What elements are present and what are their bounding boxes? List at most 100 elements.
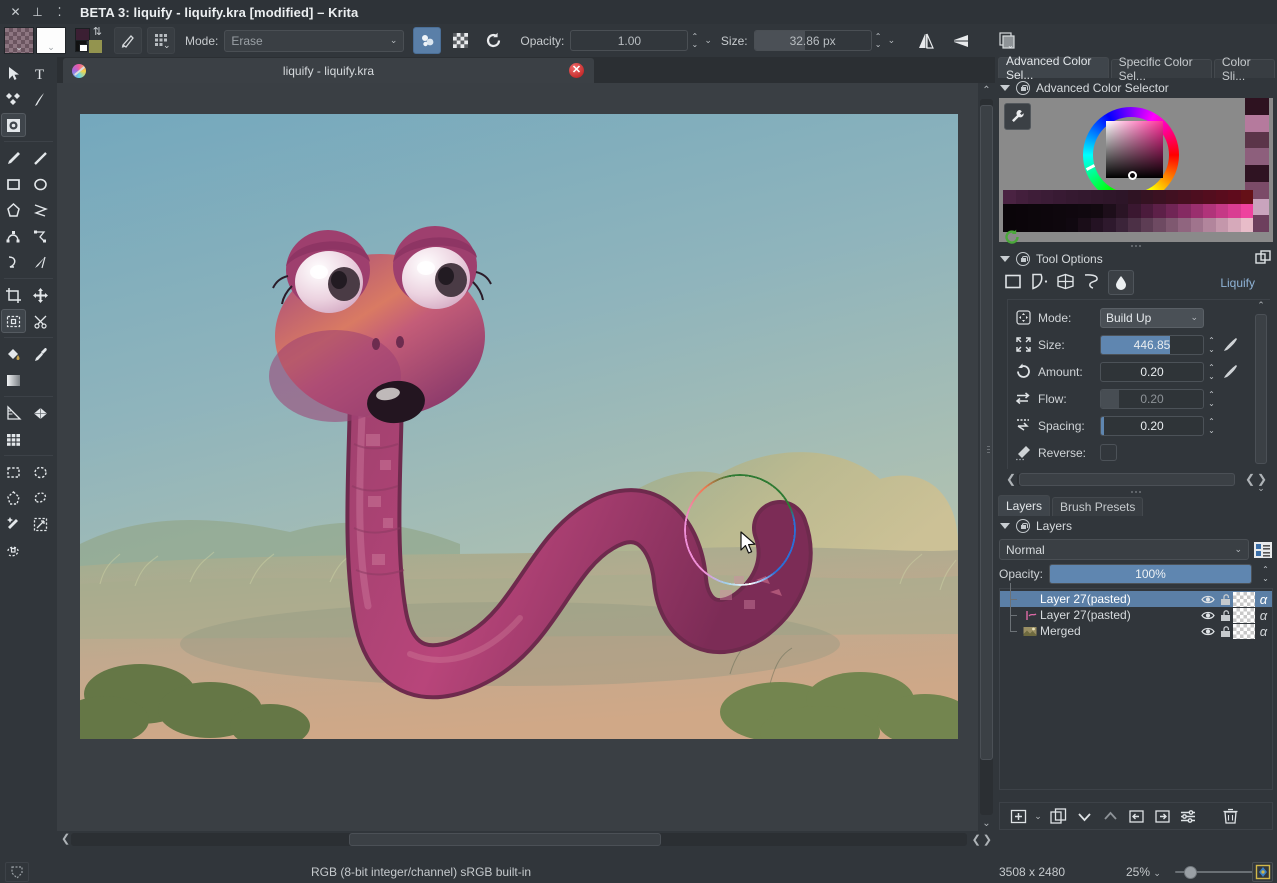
line-tool[interactable] bbox=[28, 146, 53, 170]
tab-brush-presets[interactable]: Brush Presets bbox=[1052, 497, 1143, 516]
layer-lock-toggle[interactable] bbox=[1217, 609, 1233, 622]
lock-icon[interactable] bbox=[1016, 252, 1030, 266]
tab-layers[interactable]: Layers bbox=[998, 495, 1050, 516]
lock-icon[interactable] bbox=[1016, 81, 1030, 95]
brush-editor-button[interactable] bbox=[114, 27, 142, 54]
add-layer-button[interactable] bbox=[1006, 805, 1030, 827]
shape-select-tool[interactable] bbox=[1, 61, 26, 85]
eraser-toggle-button[interactable] bbox=[413, 27, 441, 54]
saturation-value-square[interactable] bbox=[1106, 121, 1163, 178]
tool-options-horizontal-scrollbar[interactable]: ❮ ❮ ❯ bbox=[1003, 471, 1269, 488]
polygonal-select-tool[interactable] bbox=[1, 486, 26, 510]
layer-opacity-spinner[interactable]: ⌃⌄ bbox=[1258, 565, 1273, 583]
tab-color-slider[interactable]: Color Sli... bbox=[1214, 59, 1275, 78]
tab-specific-color-selector[interactable]: Specific Color Sel... bbox=[1111, 59, 1212, 78]
preset-chooser-button[interactable]: ⌄ bbox=[147, 27, 175, 54]
layer-visibility-toggle[interactable] bbox=[1199, 594, 1217, 605]
perspective-grid-tool[interactable] bbox=[28, 401, 53, 425]
reload-preset-button[interactable] bbox=[479, 27, 507, 54]
scroll-right-step-icon[interactable]: ❯ bbox=[1257, 471, 1267, 488]
tool-option-warp-icon[interactable] bbox=[1030, 272, 1049, 294]
multibrush-tool[interactable] bbox=[28, 250, 53, 274]
text-tool[interactable]: T bbox=[28, 61, 53, 85]
canvas-viewport[interactable] bbox=[57, 83, 978, 831]
move-layer-up-button[interactable] bbox=[1098, 805, 1122, 827]
default-colors-white[interactable] bbox=[79, 44, 88, 52]
flow-spinner[interactable]: ⌃⌄ bbox=[1204, 390, 1219, 408]
opacity-dropdown-icon[interactable]: ⌄ bbox=[704, 35, 712, 46]
layer-visibility-toggle[interactable] bbox=[1199, 626, 1217, 637]
grid-tool[interactable] bbox=[1, 427, 26, 451]
close-window-button[interactable]: ✕ bbox=[9, 6, 22, 19]
spacing-spinner[interactable]: ⌃⌄ bbox=[1204, 417, 1219, 435]
canvas-horizontal-scrollbar[interactable]: ❮ ❮❯ bbox=[57, 831, 995, 848]
tool-option-liquify-icon[interactable] bbox=[1108, 270, 1134, 295]
tool-options-vscroll-thumb[interactable] bbox=[1255, 314, 1267, 464]
blending-mode-combo[interactable]: Erase ⌄ bbox=[224, 30, 404, 52]
ellipse-tool[interactable] bbox=[28, 172, 53, 196]
opacity-slider[interactable]: 1.00 bbox=[570, 30, 688, 51]
tool-option-rectangle-icon[interactable] bbox=[1004, 272, 1023, 294]
similar-color-select-tool[interactable] bbox=[28, 512, 53, 536]
scroll-left-icon[interactable]: ❮ bbox=[1006, 471, 1016, 488]
layer-alpha-lock-toggle[interactable]: α bbox=[1255, 608, 1272, 623]
hscroll-arrows[interactable]: ❮❯ bbox=[972, 831, 992, 848]
liquify-grow-icon[interactable] bbox=[1008, 335, 1038, 354]
opacity-spinner[interactable]: ⌃⌄ bbox=[688, 30, 701, 52]
brush-preset-swatch[interactable]: ⌄ bbox=[4, 27, 34, 54]
dock-splitter-handle-2[interactable] bbox=[995, 488, 1277, 495]
polyline-tool[interactable] bbox=[28, 198, 53, 222]
foreground-background-colors[interactable]: ⇅ bbox=[74, 27, 104, 55]
minimize-window-button[interactable]: ⊥ bbox=[31, 6, 44, 19]
selection-mask-icon[interactable] bbox=[5, 862, 29, 882]
scroll-down-icon[interactable]: ⌄ bbox=[978, 816, 995, 831]
add-layer-dropdown[interactable]: ⌄ bbox=[1032, 805, 1044, 827]
bezier-curve-tool[interactable] bbox=[1, 224, 26, 248]
contiguous-select-tool[interactable] bbox=[1, 512, 26, 536]
scroll-left-icon[interactable]: ❮ bbox=[61, 831, 70, 848]
layer-alpha-lock-toggle[interactable]: α bbox=[1255, 592, 1272, 607]
bezier-select-tool[interactable] bbox=[1, 538, 26, 562]
move-layer-left-button[interactable] bbox=[1124, 805, 1148, 827]
move-tool[interactable] bbox=[28, 283, 53, 307]
table-row[interactable]: Merged α bbox=[1000, 623, 1272, 639]
size-spinner[interactable]: ⌃⌄ bbox=[1204, 336, 1219, 354]
shade-palette[interactable] bbox=[1003, 190, 1253, 232]
tool-option-free-transform-icon[interactable] bbox=[1082, 272, 1101, 294]
zoom-slider[interactable] bbox=[1175, 864, 1253, 880]
size-slider[interactable]: 32.86 px bbox=[754, 30, 872, 51]
delete-layer-button[interactable] bbox=[1218, 805, 1242, 827]
color-picker-tool[interactable] bbox=[28, 342, 53, 366]
layer-opacity-slider[interactable]: 100% bbox=[1049, 564, 1252, 584]
measure-tool[interactable] bbox=[28, 309, 53, 333]
duplicate-layer-button[interactable] bbox=[1046, 805, 1070, 827]
freehand-brush-tool[interactable] bbox=[1, 146, 26, 170]
collapse-triangle-icon[interactable] bbox=[1000, 523, 1010, 529]
liquify-flow-slider[interactable]: 0.20 bbox=[1100, 389, 1204, 409]
layer-lock-toggle[interactable] bbox=[1217, 593, 1233, 606]
fill-tool[interactable] bbox=[1, 342, 26, 366]
liquify-rotate-icon[interactable] bbox=[1008, 362, 1038, 381]
mirror-horizontal-button[interactable] bbox=[913, 27, 941, 54]
layer-lock-toggle[interactable] bbox=[1217, 625, 1233, 638]
gradient-swatch[interactable]: ⌄ bbox=[36, 27, 66, 54]
collapse-triangle-icon[interactable] bbox=[1000, 85, 1010, 91]
refresh-icon[interactable] bbox=[1003, 228, 1021, 246]
size-pressure-icon[interactable] bbox=[1219, 336, 1241, 353]
vscroll-thumb[interactable] bbox=[980, 105, 993, 760]
zoom-slider-knob[interactable] bbox=[1184, 866, 1197, 879]
measure-ruler-tool[interactable] bbox=[1, 401, 26, 425]
crop-tool[interactable] bbox=[1, 283, 26, 307]
liquify-move-icon[interactable] bbox=[1008, 308, 1038, 327]
tool-options-vertical-scrollbar[interactable]: ⌃ ⌄ bbox=[1254, 300, 1268, 496]
collapse-triangle-icon[interactable] bbox=[1000, 256, 1010, 262]
liquify-mode-combo[interactable]: Build Up ⌄ bbox=[1100, 308, 1204, 328]
liquify-eraser-icon[interactable] bbox=[1008, 443, 1038, 462]
calligraphy-tool[interactable] bbox=[28, 87, 53, 111]
mirror-vertical-button[interactable] bbox=[947, 27, 975, 54]
dynamic-brush-tool[interactable] bbox=[1, 250, 26, 274]
close-document-button[interactable]: ✕ bbox=[569, 63, 584, 78]
outline-select-tool[interactable] bbox=[28, 486, 53, 510]
move-layer-right-button[interactable] bbox=[1150, 805, 1174, 827]
liquify-spacing-slider[interactable]: 0.20 bbox=[1100, 416, 1204, 436]
